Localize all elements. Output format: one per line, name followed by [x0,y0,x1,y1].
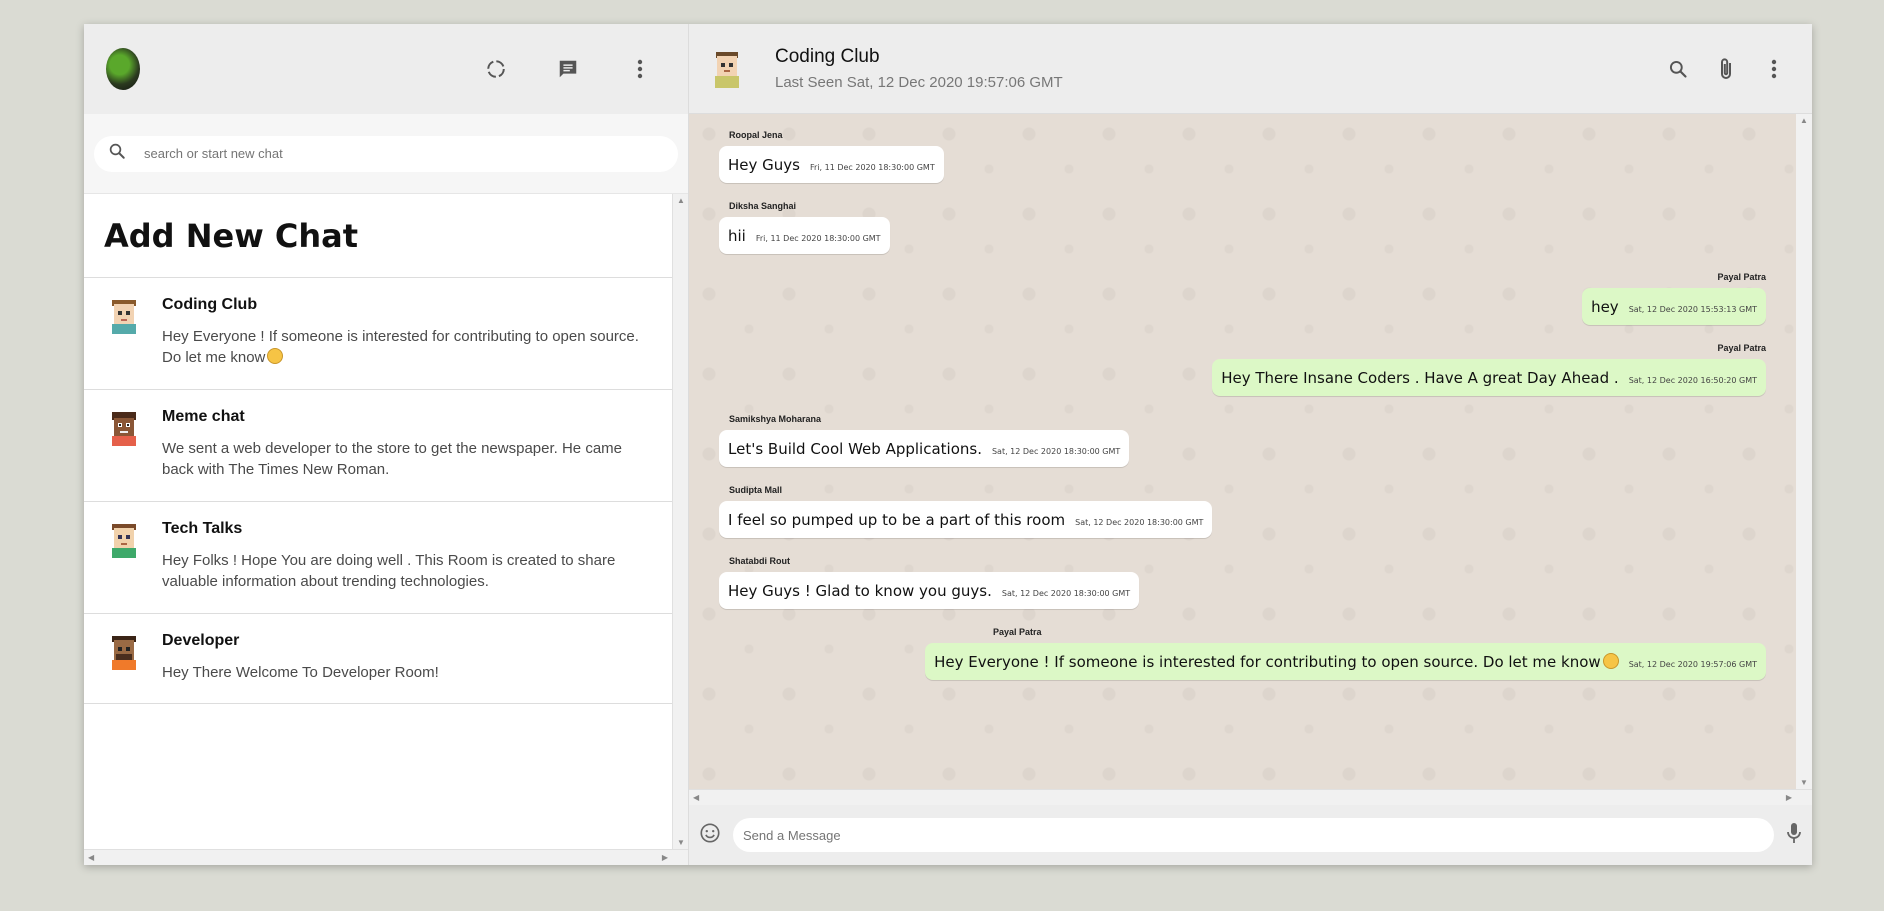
message-bubble: I feel so pumped up to be a part of this… [719,501,1213,538]
message: Roopal Jena Hey Guys Fri, 11 Dec 2020 18:… [719,124,1766,195]
menu-icon[interactable] [624,53,656,85]
avatar [112,412,136,446]
avatar [112,524,136,558]
message-sender: Payal Patra [1717,343,1766,353]
message-sender: Shatabdi Rout [729,556,790,566]
user-avatar[interactable] [106,48,140,90]
sidebar-header [84,24,688,114]
message: Shatabdi Rout Hey Guys ! Glad to know yo… [719,550,1766,621]
message-area: Roopal Jena Hey Guys Fri, 11 Dec 2020 18:… [689,114,1812,805]
message-sender: Sudipta Mall [729,485,783,495]
message-input[interactable] [733,818,1774,852]
hugging-face-icon [1602,653,1619,669]
chat-title: Coding Club [775,46,880,67]
message-bubble: Hey Guys Fri, 11 Dec 2020 18:30:00 GMT [719,146,944,183]
chat-window: Coding Club Last Seen Sat, 12 Dec 2020 1… [689,24,1812,865]
message-time: Sat, 12 Dec 2020 18:30:00 GMT [991,447,1121,456]
message-text: Hey There Insane Coders . Have A great D… [1221,369,1619,387]
message-bubble: hii Fri, 11 Dec 2020 18:30:00 GMT [719,217,890,254]
chat-name: Coding Club [162,296,258,313]
message: Payal Patra Hey There Insane Coders . Ha… [719,337,1766,408]
message-h-scrollbar[interactable]: ◀ ▶ [689,789,1812,805]
add-new-chat-button[interactable]: Add New Chat [84,194,672,278]
status-icon[interactable] [480,53,512,85]
search-input[interactable] [144,146,664,161]
message-time: Sat, 12 Dec 2020 18:30:00 GMT [1075,518,1204,527]
message-bubble: Let's Build Cool Web Applications. Sat, 1… [719,430,1130,467]
chat-list: Add New Chat Coding Club Hey Everyone ! … [84,194,688,865]
chat-last-message: Hey Folks ! Hope You are doing well . Th… [162,552,616,590]
message-bubble: Hey There Insane Coders . Have A great D… [1212,359,1766,396]
chat-item-developer[interactable]: Developer Hey There Welcome To Developer… [84,614,672,704]
hugging-face-icon [267,348,284,364]
message-time: Fri, 11 Dec 2020 18:30:00 GMT [755,234,881,243]
message-bubble: Hey Guys ! Glad to know you guys. Sat, 12… [719,572,1140,609]
message-sender: Samikshya Moharana [729,414,822,424]
chat-item-coding-club[interactable]: Coding Club Hey Everyone ! If someone is… [84,278,672,390]
message-text: hey [1591,298,1619,316]
message-sender: Roopal Jena [729,130,783,140]
message-composer [689,805,1812,865]
menu-icon[interactable] [1758,53,1790,85]
message-time: Sat, 12 Dec 2020 15:53:13 GMT [1628,305,1757,314]
avatar [112,636,136,670]
message: Sudipta Mall I feel so pumped up to be a… [719,479,1766,550]
new-chat-icon[interactable] [552,53,584,85]
chat-name: Meme chat [162,408,245,425]
last-seen-status: Last Seen Sat, 12 Dec 2020 19:57:06 GMT [775,74,1063,91]
message-sender: Payal Patra [1717,272,1766,282]
message-time: Fri, 11 Dec 2020 18:30:00 GMT [809,163,935,172]
chat-item-tech-talks[interactable]: Tech Talks Hey Folks ! Hope You are doin… [84,502,672,614]
message-sender: Diksha Sanghai [729,201,797,211]
message-text: Let's Build Cool Web Applications. [728,440,982,458]
message-time: Sat, 12 Dec 2020 18:30:00 GMT [1001,589,1131,598]
chat-list-h-scrollbar[interactable]: ◀ ▶ [84,849,688,865]
message-text: Hey Guys [728,156,800,174]
search-icon [108,142,126,165]
chat-avatar[interactable] [711,48,743,90]
chat-list-scrollbar[interactable]: ▲ ▼ [672,194,688,849]
message-text: Hey Guys ! Glad to know you guys. [728,582,992,600]
avatar [112,300,136,334]
message-bubble: Hey Everyone ! If someone is interested … [925,643,1766,680]
chat-name: Tech Talks [162,520,243,537]
sidebar: Add New Chat Coding Club Hey Everyone ! … [84,24,689,865]
attach-icon[interactable] [1710,53,1742,85]
message-time: Sat, 12 Dec 2020 19:57:06 GMT [1628,660,1757,669]
microphone-icon[interactable] [1786,822,1802,849]
message-scrollbar[interactable]: ▲ ▼ [1796,114,1812,789]
chat-last-message: Hey Everyone ! If someone is interested … [162,328,639,366]
message-text: I feel so pumped up to be a part of this… [728,511,1066,529]
chat-last-message: We sent a web developer to the store to … [162,440,622,478]
search-container[interactable] [94,135,678,172]
message-time: Sat, 12 Dec 2020 16:50:20 GMT [1628,376,1757,385]
chat-item-meme-chat[interactable]: Meme chat We sent a web developer to the… [84,390,672,502]
chat-last-message: Hey There Welcome To Developer Room! [162,664,439,681]
chat-header: Coding Club Last Seen Sat, 12 Dec 2020 1… [689,24,1812,114]
emoji-icon[interactable] [699,822,721,849]
message-bubble: hey Sat, 12 Dec 2020 15:53:13 GMT [1582,288,1766,325]
message-sender: Payal Patra [993,627,1042,637]
chat-name: Developer [162,632,240,649]
message: Payal Patra Hey Everyone ! If someone is… [719,621,1766,692]
message-text: hii [728,227,746,245]
message: Diksha Sanghai hii Fri, 11 Dec 2020 18:30… [719,195,1766,266]
message: Payal Patra hey Sat, 12 Dec 2020 15:53:13… [719,266,1766,337]
message: Samikshya Moharana Let's Build Cool Web … [719,408,1766,479]
message-list: Roopal Jena Hey Guys Fri, 11 Dec 2020 18:… [689,114,1796,789]
chat-app: Add New Chat Coding Club Hey Everyone ! … [84,24,1812,865]
search-icon[interactable] [1662,53,1694,85]
message-text: Hey Everyone ! If someone is interested … [934,653,1619,671]
search-bar [84,114,688,194]
